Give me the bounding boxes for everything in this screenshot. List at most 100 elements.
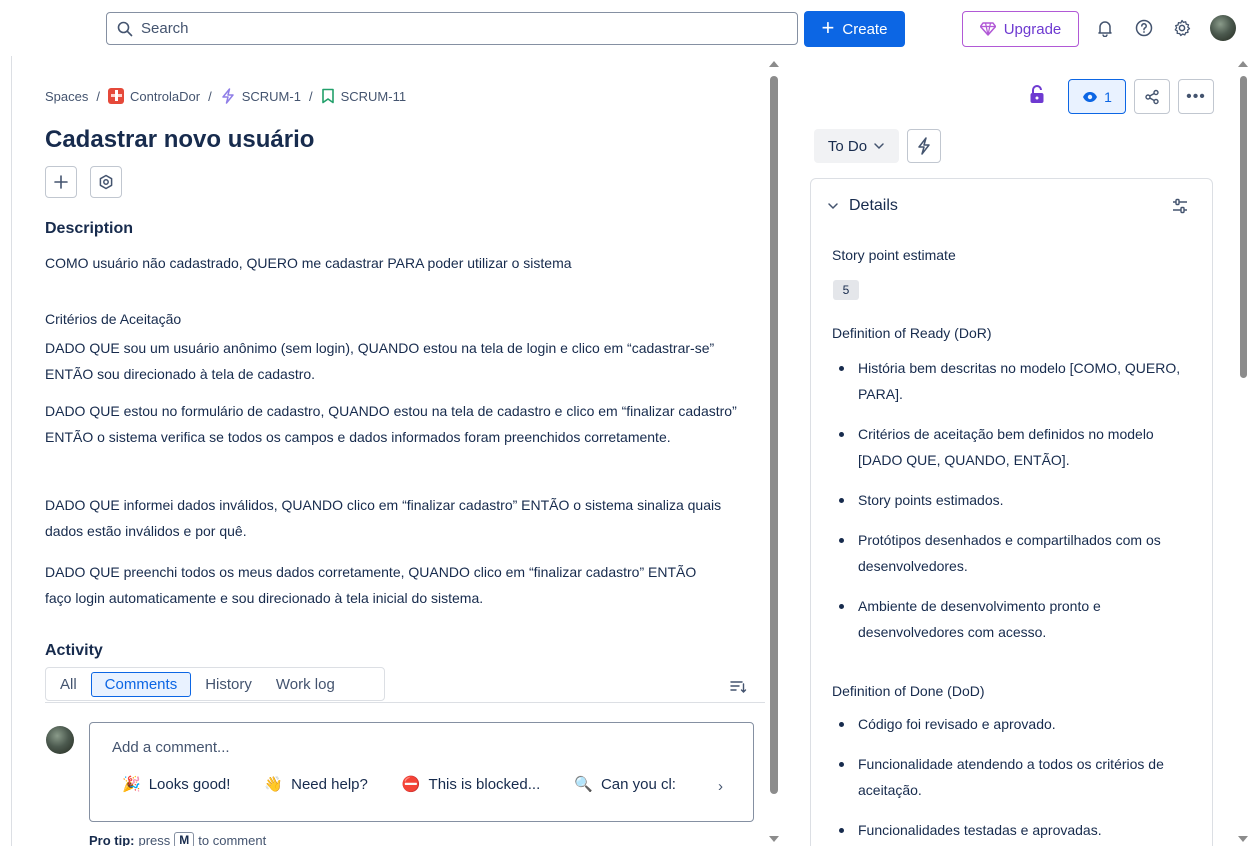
list-item: Protótipos desenhados e compartilhados c… xyxy=(835,527,1195,579)
divider xyxy=(45,702,765,703)
scroll-down-arrow-icon[interactable] xyxy=(1238,836,1248,842)
top-navigation-bar: Search + Create Upgrade xyxy=(0,0,1250,56)
scroll-thumb[interactable] xyxy=(770,76,778,794)
search-input[interactable]: Search xyxy=(106,12,798,45)
add-button[interactable] xyxy=(45,166,77,198)
chevron-right-icon[interactable]: › xyxy=(718,778,723,795)
sidebar-scrollbar[interactable] xyxy=(1237,56,1250,846)
pro-tip-text: press xyxy=(138,832,171,846)
description-text[interactable]: COMO usuário não cadastrado, QUERO me ca… xyxy=(45,250,745,276)
breadcrumb-epic[interactable]: SCRUM-1 xyxy=(242,89,301,104)
lightning-icon xyxy=(918,137,930,155)
no-entry-icon: ⛔ xyxy=(401,776,421,793)
eye-icon xyxy=(1083,91,1098,102)
search-icon xyxy=(117,21,133,36)
project-icon xyxy=(108,88,124,104)
notifications-bell-icon[interactable] xyxy=(1093,16,1117,40)
list-item: Ambiente de desenvolvimento pronto e des… xyxy=(835,593,1195,645)
pro-tip-text: to comment xyxy=(198,832,267,846)
list-item: História bem descritas no modelo [COMO, … xyxy=(835,355,1195,407)
criteria-paragraph: DADO QUE estou no formulário de cadastro… xyxy=(45,403,737,445)
breadcrumb-project[interactable]: ControlaDor xyxy=(130,89,200,104)
commenter-avatar xyxy=(46,726,74,754)
issue-title[interactable]: Cadastrar novo usuário xyxy=(45,126,314,154)
watchers-count: 1 xyxy=(1104,88,1112,105)
apps-button[interactable] xyxy=(90,166,122,198)
tab-all[interactable]: All xyxy=(50,672,87,697)
description-heading: Description xyxy=(45,220,134,237)
criteria-paragraph: DADO QUE informei dados inválidos, QUAND… xyxy=(45,497,722,539)
quick-reply-chip[interactable]: 🎉 Looks good! xyxy=(122,775,230,794)
scroll-thumb[interactable] xyxy=(1240,76,1247,378)
pro-tip-label: Pro tip: xyxy=(89,832,135,846)
quick-reply-chip[interactable]: 👋 Need help? xyxy=(264,775,367,794)
list-item: Funcionalidade atendendo a todos os crit… xyxy=(835,751,1195,803)
upgrade-label: Upgrade xyxy=(1003,20,1062,38)
share-button[interactable] xyxy=(1134,79,1170,114)
story-bookmark-icon xyxy=(321,88,334,104)
details-toggle[interactable]: Details xyxy=(827,197,898,215)
list-item: Código foi revisado e aprovado. xyxy=(835,711,1195,737)
search-placeholder: Search xyxy=(141,20,189,37)
create-button[interactable]: + Create xyxy=(804,11,905,47)
scroll-up-arrow-icon[interactable] xyxy=(1238,61,1248,67)
keyboard-key: M xyxy=(174,832,195,846)
plus-icon xyxy=(54,175,68,189)
tab-work-log[interactable]: Work log xyxy=(266,672,345,697)
restriction-lock-icon[interactable] xyxy=(1029,84,1045,104)
status-label: To Do xyxy=(827,137,868,155)
scroll-up-arrow-icon[interactable] xyxy=(769,61,779,67)
dod-label: Definition of Done (DoD) xyxy=(832,683,985,699)
dod-list[interactable]: Código foi revisado e aprovado. Funciona… xyxy=(835,711,1195,843)
issue-main-column: Spaces / ControlaDor / SCRUM-1 / SCRUM-1… xyxy=(13,56,765,846)
pro-tip: Pro tip: press M to comment xyxy=(89,832,266,846)
hexagon-settings-icon xyxy=(99,174,113,190)
criteria-paragraph: DADO QUE sou um usuário anônimo (sem log… xyxy=(45,340,715,382)
comment-input[interactable]: Add a comment... 🎉 Looks good! 👋 Need help… xyxy=(89,722,754,822)
criteria-heading: Critérios de Aceitação xyxy=(45,311,182,327)
activity-heading: Activity xyxy=(45,642,103,659)
settings-gear-icon[interactable] xyxy=(1170,16,1194,40)
breadcrumb: Spaces / ControlaDor / SCRUM-1 / SCRUM-1… xyxy=(45,88,407,104)
status-dropdown[interactable]: To Do xyxy=(814,129,899,163)
details-heading: Details xyxy=(849,197,898,214)
gem-icon xyxy=(979,22,996,36)
list-item: Critérios de aceitação bem definidos no … xyxy=(835,421,1195,473)
scroll-down-arrow-icon[interactable] xyxy=(769,836,779,842)
criteria-paragraph: DADO QUE preenchi todos os meus dados co… xyxy=(45,564,697,606)
tab-comments[interactable]: Comments xyxy=(90,671,192,697)
share-icon xyxy=(1145,89,1159,104)
main-scrollbar[interactable] xyxy=(767,56,781,846)
quick-reply-chip[interactable]: 🔍 Can you cl: xyxy=(574,775,676,794)
comment-placeholder: Add a comment... xyxy=(112,739,230,756)
left-sidebar-edge xyxy=(0,56,12,846)
epic-lightning-icon xyxy=(221,88,234,104)
quick-reply-chips: 🎉 Looks good! 👋 Need help? ⛔ This is blocke… xyxy=(122,775,676,794)
quick-reply-chip[interactable]: ⛔ This is blocked... xyxy=(401,775,540,794)
dor-list[interactable]: História bem descritas no modelo [COMO, … xyxy=(835,355,1195,645)
breadcrumb-issue[interactable]: SCRUM-11 xyxy=(341,89,407,104)
upgrade-button[interactable]: Upgrade xyxy=(962,11,1079,47)
story-points-value[interactable]: 5 xyxy=(833,280,859,300)
list-item: Story points estimados. xyxy=(835,487,1195,513)
automation-button[interactable] xyxy=(907,129,941,163)
more-actions-icon[interactable]: ••• xyxy=(1178,79,1214,114)
help-icon[interactable] xyxy=(1132,16,1156,40)
plus-icon: + xyxy=(821,15,835,40)
chevron-down-icon xyxy=(828,203,838,210)
waving-hand-icon: 👋 xyxy=(264,776,284,793)
party-popper-icon: 🎉 xyxy=(122,776,141,793)
details-panel: Details Story point estimate 5 Definitio… xyxy=(810,178,1213,846)
watchers-button[interactable]: 1 xyxy=(1068,79,1126,114)
magnifier-icon: 🔍 xyxy=(574,776,593,793)
story-points-label: Story point estimate xyxy=(832,247,956,263)
user-avatar[interactable] xyxy=(1210,15,1236,41)
chevron-down-icon xyxy=(874,143,884,150)
breadcrumb-spaces[interactable]: Spaces xyxy=(45,89,88,104)
activity-tabs: All Comments History Work log xyxy=(45,667,385,701)
list-item: Funcionalidades testadas e aprovadas. xyxy=(835,817,1195,843)
configure-fields-icon[interactable] xyxy=(1171,197,1189,215)
sort-order-icon[interactable] xyxy=(729,678,747,694)
create-label: Create xyxy=(842,20,888,38)
tab-history[interactable]: History xyxy=(195,672,262,697)
